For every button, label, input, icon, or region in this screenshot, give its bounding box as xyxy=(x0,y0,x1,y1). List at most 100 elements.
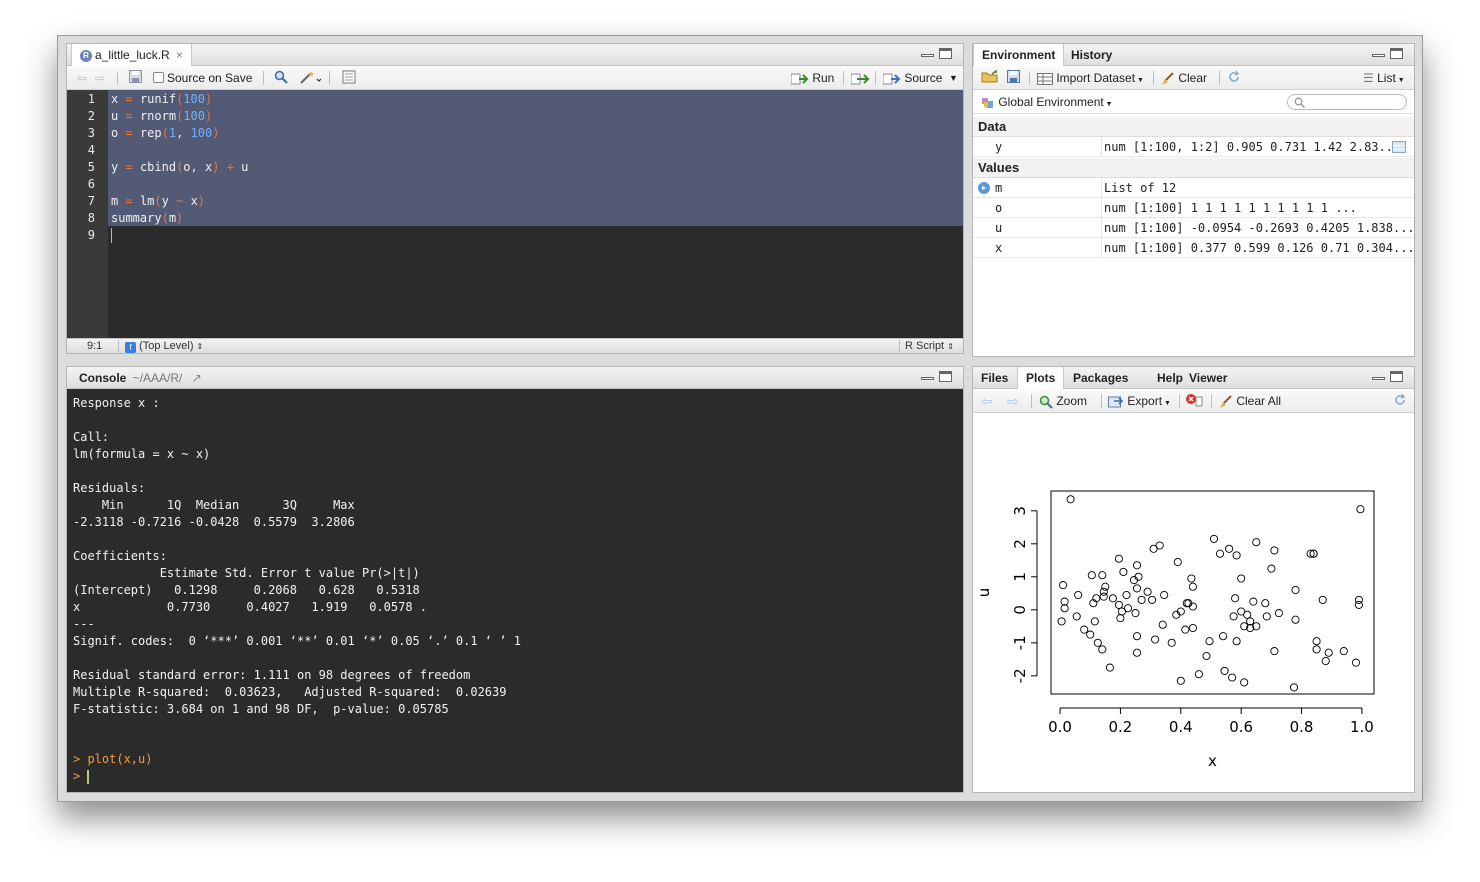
plots-pane: Files Plots Packages Help Viewer ⇦ ⇨ Zoo… xyxy=(972,366,1415,793)
scatter-point xyxy=(1220,666,1229,675)
tab-plots[interactable]: Plots xyxy=(1017,367,1065,390)
line-number: 3 xyxy=(87,126,95,140)
scatter-point xyxy=(1114,600,1123,609)
console-output-line: Residuals: xyxy=(73,481,146,495)
source-on-save-label: Source on Save xyxy=(167,71,253,85)
tab-history[interactable]: History xyxy=(1063,44,1120,66)
scope-selector[interactable]: f (Top Level) ⇕ xyxy=(125,339,203,353)
remove-plot-icon[interactable] xyxy=(1185,393,1203,409)
goto-directory-icon[interactable]: ↗ xyxy=(192,371,202,385)
back-arrow-icon[interactable]: ⇦ xyxy=(77,70,87,86)
environment-row[interactable]: ▸ m List of 12 xyxy=(973,178,1414,198)
plot-frame xyxy=(1050,490,1375,695)
global-environment-selector[interactable]: Global Environment ▼ xyxy=(981,94,1113,113)
environment-row[interactable]: u num [1:100] -0.0954 -0.2693 0.4205 1.83… xyxy=(973,218,1414,238)
previous-plot-icon[interactable]: ⇦ xyxy=(981,393,993,409)
expand-icon[interactable]: ▸ xyxy=(978,182,990,194)
maximize-icon[interactable] xyxy=(939,48,952,59)
scatter-point xyxy=(1080,625,1089,634)
refresh-plot-icon[interactable] xyxy=(1393,393,1407,409)
maximize-icon[interactable] xyxy=(1390,371,1403,382)
view-data-grid-icon[interactable] xyxy=(1392,141,1406,153)
environment-row[interactable]: x num [1:100] 0.377 0.599 0.126 0.71 0.30… xyxy=(973,238,1414,258)
line-number: 9 xyxy=(87,228,95,242)
minimize-icon[interactable] xyxy=(1372,54,1385,57)
scatter-point xyxy=(1098,645,1107,654)
export-button[interactable]: Export ▼ xyxy=(1108,393,1171,409)
variable-name: y xyxy=(995,140,1003,154)
scatter-point xyxy=(1202,651,1211,661)
x-tick-label: 0.6 xyxy=(1229,718,1253,736)
scatter-point xyxy=(1074,590,1083,600)
minimize-icon[interactable] xyxy=(921,54,934,57)
minimize-icon[interactable] xyxy=(921,377,934,380)
console-prompt[interactable]: > xyxy=(73,768,80,785)
console-output[interactable]: Response x : Call: lm(formula = x ~ x) Resi… xyxy=(67,389,963,792)
clear-workspace-button[interactable]: Clear xyxy=(1161,70,1207,86)
scatter-point xyxy=(1060,604,1069,613)
console-output-line: F-statistic: 3.684 on 1 and 98 DF, p-val… xyxy=(73,702,449,716)
scatter-point xyxy=(1215,549,1225,558)
console-output-line: Estimate Std. Error t value Pr(>|t|) xyxy=(73,566,420,580)
code-editor[interactable]: 1 x = runif(100) 2 u = rnorm(100) 3 o = rep(1… xyxy=(67,90,963,340)
variable-value: List of 12 xyxy=(1104,181,1177,195)
environment-search-input[interactable] xyxy=(1287,94,1407,110)
scatter-point xyxy=(1086,630,1095,639)
minimize-icon[interactable] xyxy=(1372,377,1385,380)
console-pane: Console ~/AAA/R/ ↗ Response x : Call: lm(f… xyxy=(66,366,964,793)
magic-wand-icon[interactable] xyxy=(300,70,322,86)
console-tab[interactable]: Console ~/AAA/R/ ↗ xyxy=(71,367,210,389)
tab-files[interactable]: Files xyxy=(973,367,1016,389)
scatter-point xyxy=(1270,647,1279,656)
environment-row[interactable]: y num [1:100, 1:2] 0.905 0.731 1.42 2.83.… xyxy=(973,137,1414,157)
scatter-point xyxy=(1060,597,1069,606)
scatter-point xyxy=(1291,585,1300,595)
plots-tabbar: Files Plots Packages Help Viewer xyxy=(973,367,1414,390)
refresh-icon[interactable] xyxy=(1227,70,1241,86)
list-view-selector[interactable]: ☰ List ▼ xyxy=(1363,70,1405,86)
import-dataset-button[interactable]: Import Dataset ▼ xyxy=(1037,70,1144,86)
editor-tab[interactable]: Ra_little_luck.R × xyxy=(71,44,193,67)
scatter-point xyxy=(1131,609,1140,618)
close-tab-icon[interactable]: × xyxy=(176,48,183,62)
save-workspace-icon[interactable] xyxy=(1007,70,1020,86)
scatter-point xyxy=(1151,635,1160,644)
open-folder-icon[interactable] xyxy=(981,69,999,86)
filetype-selector[interactable]: R Script ⇕ xyxy=(905,339,954,353)
console-output-line: lm(formula = x ~ x) xyxy=(73,447,211,461)
clear-all-button[interactable]: Clear All xyxy=(1219,393,1281,409)
source-on-save-checkbox[interactable]: Source on Save xyxy=(153,70,252,86)
scatter-point xyxy=(1132,584,1142,593)
rerun-icon[interactable] xyxy=(851,70,871,86)
search-icon[interactable] xyxy=(274,70,288,86)
code-text: o = rep(1, 100) xyxy=(111,126,220,140)
save-icon[interactable] xyxy=(129,70,142,86)
tab-packages[interactable]: Packages xyxy=(1065,367,1136,389)
scatter-point xyxy=(1098,571,1107,580)
scatter-point xyxy=(1072,612,1081,621)
source-button[interactable]: Source xyxy=(883,70,942,86)
tab-viewer[interactable]: Viewer xyxy=(1181,367,1235,389)
tab-environment[interactable]: Environment xyxy=(973,44,1065,67)
source-label: Source xyxy=(904,71,943,85)
source-dropdown-icon[interactable]: ▼ xyxy=(949,70,958,86)
scatter-point xyxy=(1312,645,1321,654)
y-tick-label: -2 xyxy=(1011,668,1029,683)
environment-row[interactable]: o num [1:100] 1 1 1 1 1 1 1 1 1 1 ... xyxy=(973,198,1414,218)
scatter-point xyxy=(1232,551,1241,560)
scatter-points-layer xyxy=(1057,495,1365,692)
maximize-icon[interactable] xyxy=(939,371,952,382)
next-plot-icon[interactable]: ⇨ xyxy=(1007,393,1019,409)
scatter-point xyxy=(1093,638,1102,647)
zoom-label: Zoom xyxy=(1056,394,1088,408)
scatter-point xyxy=(1176,676,1185,685)
forward-arrow-icon[interactable]: ⇨ xyxy=(95,70,105,86)
zoom-button[interactable]: Zoom xyxy=(1039,393,1087,409)
scatter-point xyxy=(1099,592,1108,601)
scatter-point xyxy=(1181,625,1190,634)
export-label: Export xyxy=(1127,394,1163,408)
scatter-point xyxy=(1270,546,1279,555)
maximize-icon[interactable] xyxy=(1390,48,1403,59)
compile-report-icon[interactable] xyxy=(342,70,356,86)
run-button[interactable]: Run xyxy=(791,70,834,86)
